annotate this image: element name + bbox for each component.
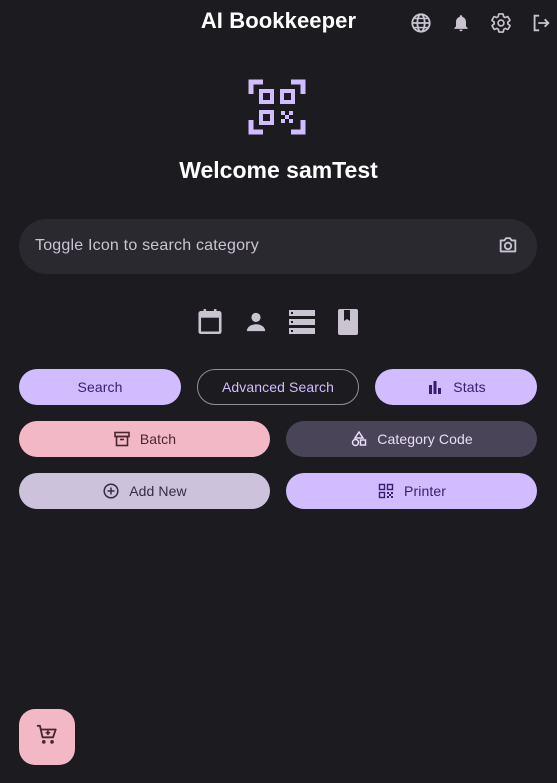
gear-icon[interactable] [489, 11, 513, 35]
advanced-search-button[interactable]: Advanced Search [197, 369, 359, 405]
batch-button[interactable]: Batch [19, 421, 270, 457]
cart-fab[interactable] [19, 709, 75, 765]
archive-icon [113, 430, 131, 448]
search-button[interactable]: Search [19, 369, 181, 405]
search-button-label: Search [77, 379, 123, 395]
add-new-button[interactable]: Add New [19, 473, 270, 509]
welcome-heading: Welcome samTest [179, 157, 378, 183]
qr-code-icon [377, 482, 395, 500]
person-icon[interactable] [242, 306, 270, 338]
printer-label: Printer [404, 483, 446, 499]
top-app-bar: AI Bookkeeper [0, 0, 557, 46]
category-code-button[interactable]: Category Code [286, 421, 537, 457]
cart-icon [36, 724, 58, 751]
calendar-icon[interactable] [196, 306, 224, 338]
logout-icon[interactable] [529, 11, 553, 35]
bell-icon[interactable] [449, 11, 473, 35]
advanced-search-label: Advanced Search [221, 379, 335, 395]
camera-icon[interactable] [497, 234, 521, 258]
globe-icon[interactable] [409, 11, 433, 35]
category-shapes-icon [350, 430, 368, 448]
top-actions [409, 11, 553, 35]
stats-button[interactable]: Stats [375, 369, 537, 405]
add-circle-icon [102, 482, 120, 500]
qr-scan-icon [248, 78, 308, 136]
book-icon[interactable] [334, 306, 362, 338]
search-bar[interactable]: Toggle Icon to search category [19, 219, 537, 274]
printer-button[interactable]: Printer [286, 473, 537, 509]
storage-icon[interactable] [288, 306, 316, 338]
stats-label: Stats [453, 379, 486, 395]
batch-label: Batch [139, 431, 177, 447]
category-toggle-row [0, 306, 557, 338]
bar-chart-icon [426, 378, 444, 396]
add-new-label: Add New [129, 483, 187, 499]
category-code-label: Category Code [377, 431, 473, 447]
search-placeholder: Toggle Icon to search category [35, 237, 259, 254]
